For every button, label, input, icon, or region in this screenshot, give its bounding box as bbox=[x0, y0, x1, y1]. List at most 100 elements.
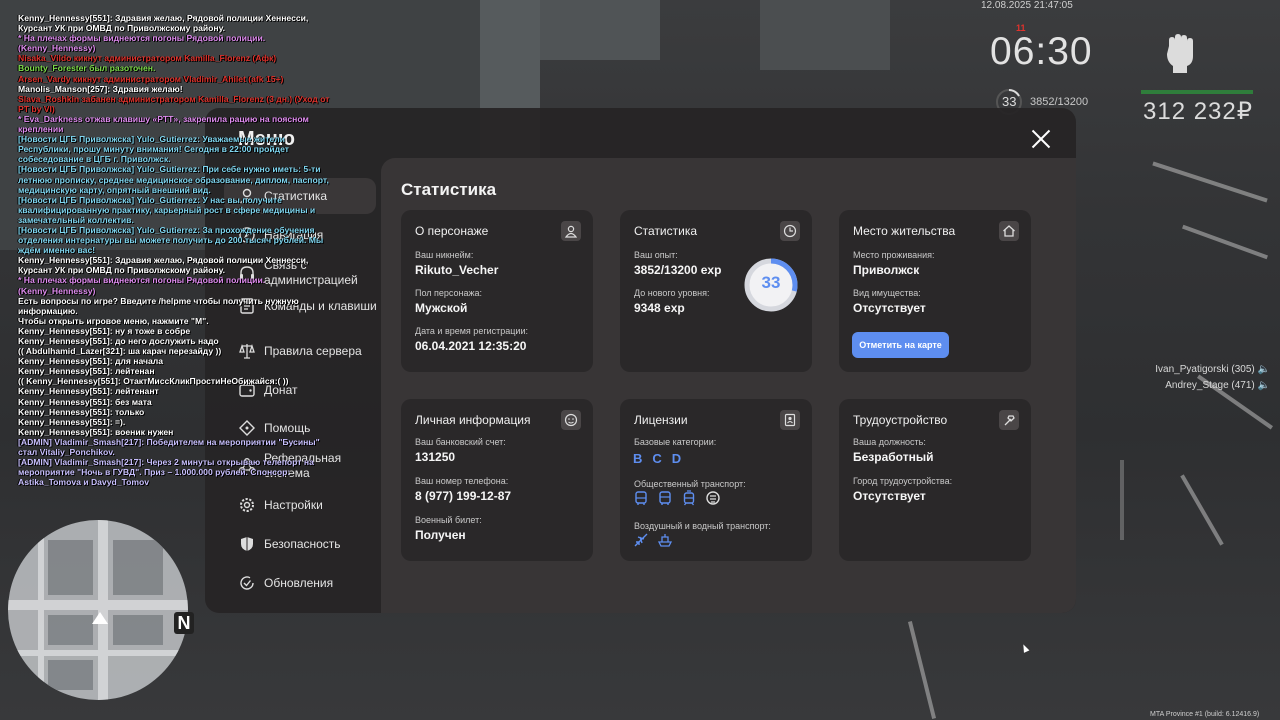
field-label: Воздушный и водный транспорт: bbox=[634, 521, 771, 531]
field-label: Общественный транспорт: bbox=[634, 479, 746, 489]
residence-value: Приволжск bbox=[853, 263, 920, 277]
chat-line: [Новости ЦГБ Приволжска] Yulo_Gutierrez:… bbox=[18, 134, 289, 165]
phone-value: 8 (977) 199-12-87 bbox=[415, 489, 512, 503]
map-block bbox=[48, 540, 93, 595]
property-value: Отсутствует bbox=[853, 301, 926, 315]
gear-icon bbox=[240, 498, 254, 512]
field-label: Ваш банковский счет: bbox=[415, 437, 506, 447]
chat-line: Kenny_Hennessy[551]: =). bbox=[18, 416, 126, 427]
card-title: Место жительства bbox=[853, 224, 956, 238]
bus-icon bbox=[659, 491, 671, 505]
chat-line: (( Abdulhamid_Lazer[321]: ша карач перез… bbox=[18, 346, 222, 357]
chat-line: Slava_Roshkin забанен администратором Ka… bbox=[18, 93, 330, 114]
card-employment: Трудоустройство Ваша должность: Безработ… bbox=[839, 399, 1031, 561]
map-road bbox=[98, 520, 108, 700]
building bbox=[760, 0, 890, 70]
chat-line: Kenny_Hennessy[551]: только bbox=[18, 406, 145, 417]
player-entry: Andrey_Stage (471) 🔈 bbox=[1165, 380, 1270, 391]
tram-icon bbox=[683, 490, 695, 506]
air-water-transport-icons bbox=[633, 532, 673, 548]
hud-level: 33 bbox=[1002, 94, 1017, 109]
field-label: Город трудоустройства: bbox=[853, 476, 953, 486]
chat-line: Bounty_Forester был разоточен. bbox=[18, 63, 156, 74]
card-title: Лицензии bbox=[634, 413, 688, 427]
hud-health-bar bbox=[1141, 90, 1253, 94]
field-label: Ваш номер телефона: bbox=[415, 476, 509, 486]
build-info: MTA Province #1 (build: 6.12416.9) bbox=[1150, 711, 1260, 718]
fist-icon bbox=[1167, 34, 1193, 73]
chat-line: Есть вопросы по игре? Введите /helpme чт… bbox=[18, 295, 299, 316]
chat-line: [ADMIN] Vladimir_Smash[217]: Победителем… bbox=[18, 436, 320, 458]
nav-item-updates[interactable]: Обновления bbox=[238, 574, 378, 592]
level-value: 33 bbox=[761, 273, 781, 292]
road-marking bbox=[1180, 474, 1224, 546]
plane-icon bbox=[634, 533, 648, 547]
nav-item-security[interactable]: Безопасность bbox=[238, 535, 378, 553]
map-block bbox=[113, 615, 163, 645]
job-city-value: Отсутствует bbox=[853, 489, 926, 503]
military-id-value: Получен bbox=[415, 528, 466, 542]
field-label: Военный билет: bbox=[415, 515, 482, 525]
nav-label: Обновления bbox=[264, 575, 334, 590]
public-transport-icons bbox=[633, 490, 721, 506]
clock-icon bbox=[780, 221, 800, 241]
chat-line: Kenny_Hennessy[551]: военик нужен bbox=[18, 426, 174, 437]
player-arrow-icon bbox=[92, 612, 108, 624]
chat-line: Чтобы открыть игровое меню, нажмите "M". bbox=[18, 315, 209, 326]
card-title: Трудоустройство bbox=[853, 413, 948, 427]
hud-date: 12.08.2025 21:47:05 bbox=[981, 0, 1073, 11]
map-block bbox=[48, 660, 93, 690]
road-marking bbox=[907, 621, 937, 719]
id-card-icon bbox=[780, 410, 800, 430]
job-position-value: Безработный bbox=[853, 450, 934, 464]
card-character: О персонаже Ваш никнейм: Rikuto_Vecher П… bbox=[401, 210, 593, 372]
chat-line: Manolis_Manson[257]: Здравия желаю! bbox=[18, 83, 183, 94]
home-icon bbox=[999, 221, 1019, 241]
refresh-icon bbox=[240, 576, 254, 590]
nearby-players: Ivan_Pyatigorski (305) 🔈 Andrey_Stage (4… bbox=[1145, 362, 1270, 394]
chat-line: * На плечах формы виднеются погоны Рядов… bbox=[18, 33, 266, 54]
field-label: Место проживания: bbox=[853, 250, 935, 260]
field-label: Дата и время регистрации: bbox=[415, 326, 528, 336]
card-title: Статистика bbox=[634, 224, 698, 238]
chat-line: Kenny_Hennessy[551]: без мата bbox=[18, 396, 152, 407]
building bbox=[540, 0, 660, 60]
nav-label: Настройки bbox=[264, 497, 323, 512]
chat-line: [Новости ЦГБ Приволжска] Yulo_Gutierrez:… bbox=[18, 194, 316, 225]
field-label: Пол персонажа: bbox=[415, 288, 483, 298]
north-marker: N bbox=[174, 612, 194, 634]
speaker-icon: 🔈 bbox=[1257, 364, 1270, 375]
nav-item-settings[interactable]: Настройки bbox=[238, 496, 378, 514]
hud-clock: 06:30 bbox=[990, 30, 1093, 73]
chat-line: [Новости ЦГБ Приволжска] Yulo_Gutierrez:… bbox=[18, 164, 329, 195]
chat-line: Kenny_Hennessy[551]: ну я тоже в собре bbox=[18, 325, 191, 336]
card-personal-info: Личная информация Ваш банковский счет: 1… bbox=[401, 399, 593, 561]
chat-log: Kenny_Hennessy[551]: Здравия желаю, Рядо… bbox=[18, 13, 333, 487]
close-button[interactable] bbox=[1028, 126, 1054, 152]
player-entry: Ivan_Pyatigorski (305) 🔈 bbox=[1155, 364, 1270, 375]
speaker-icon: 🔈 bbox=[1257, 380, 1270, 391]
registration-value: 06.04.2021 12:35:20 bbox=[415, 339, 527, 353]
license-category: B bbox=[633, 451, 643, 466]
license-category: C bbox=[652, 451, 662, 466]
chat-line: [Новости ЦГБ Приволжска] Yulo_Gutierrez:… bbox=[18, 224, 324, 256]
chat-line: Nisaka_Vildo кикнут администратором Kami… bbox=[18, 53, 277, 64]
map-block bbox=[48, 615, 93, 645]
field-label: Вид имущества: bbox=[853, 288, 921, 298]
license-categories: B C D bbox=[633, 451, 681, 466]
field-label: Ваш опыт: bbox=[634, 250, 678, 260]
chat-line: (( Kenny_Hennessy[551]: ОтактМиссКликПро… bbox=[18, 376, 289, 387]
shield-icon bbox=[241, 537, 253, 551]
content-title: Статистика bbox=[401, 180, 497, 199]
road-marking bbox=[1152, 161, 1268, 203]
next-level-value: 9348 exp bbox=[634, 301, 685, 315]
chat-line: * На плечах формы виднеются погоны Рядов… bbox=[18, 275, 266, 296]
mark-on-map-button[interactable]: Отметить на карте bbox=[852, 332, 949, 358]
card-title: О персонаже bbox=[415, 224, 489, 238]
exp-value: 3852/13200 exp bbox=[634, 263, 722, 277]
hud-exp: 3852/13200 bbox=[1030, 96, 1089, 108]
field-label: Ваш никнейм: bbox=[415, 250, 474, 260]
chat-line: Kenny_Hennessy[551]: Здравия желаю, Рядо… bbox=[18, 13, 309, 34]
bank-account-value: 131250 bbox=[415, 450, 456, 464]
trolley-icon bbox=[706, 491, 720, 505]
